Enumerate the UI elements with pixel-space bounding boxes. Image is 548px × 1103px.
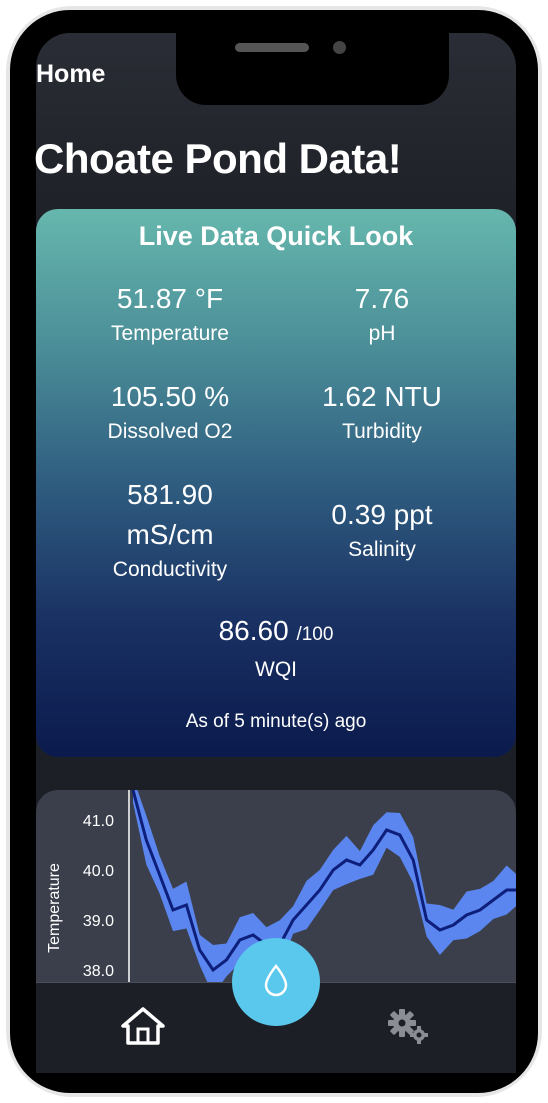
y-tick-label: 38.0 bbox=[83, 963, 114, 980]
page-title: Choate Pond Data! bbox=[34, 135, 402, 182]
home-icon bbox=[121, 1007, 165, 1045]
conductivity-label: Conductivity bbox=[112, 558, 228, 581]
metric-conductivity: 581.90 mS/cm Conductivity bbox=[50, 475, 290, 585]
gear-icon bbox=[388, 1009, 428, 1044]
metric-turbidity: 1.62 NTU Turbidity bbox=[262, 377, 502, 447]
temperature-label: Temperature bbox=[111, 322, 229, 345]
wqi-label: WQI bbox=[255, 658, 297, 681]
wqi-value: 86.60 bbox=[218, 615, 289, 646]
y-axis-label: Temperature bbox=[46, 863, 63, 953]
ph-label: pH bbox=[368, 322, 396, 345]
salinity-label: Salinity bbox=[348, 538, 416, 561]
metric-salinity: 0.39 ppt Salinity bbox=[262, 495, 502, 565]
conductivity-value: 581.90 mS/cm bbox=[126, 479, 214, 550]
wqi-suffix: /100 bbox=[296, 624, 334, 645]
metric-ph: 7.76 pH bbox=[262, 279, 502, 349]
metric-dissolved-o2: 105.50 % Dissolved O2 bbox=[50, 377, 290, 447]
salinity-value: 0.39 ppt bbox=[331, 499, 433, 530]
dissolved-o2-value: 105.50 % bbox=[110, 381, 230, 412]
wqi-value-row: 86.60 /100 bbox=[156, 611, 396, 655]
turbidity-label: Turbidity bbox=[342, 420, 422, 443]
temperature-value: 51.87 °F bbox=[116, 283, 224, 314]
settings-nav-button[interactable] bbox=[387, 1008, 431, 1051]
home-nav-button[interactable] bbox=[120, 1006, 166, 1051]
dissolved-o2-label: Dissolved O2 bbox=[107, 420, 233, 443]
water-drop-icon bbox=[264, 964, 288, 997]
metric-wqi: 86.60 /100 WQI bbox=[156, 611, 396, 685]
live-data-card: Live Data Quick Look 51.87 °F Temperatur… bbox=[36, 209, 516, 757]
turbidity-value: 1.62 NTU bbox=[322, 381, 442, 412]
water-data-fab-button[interactable] bbox=[232, 938, 320, 1026]
confidence-band bbox=[133, 790, 516, 995]
ph-value: 7.76 bbox=[354, 283, 410, 314]
y-tick-label: 40.0 bbox=[83, 863, 114, 880]
nav-title: Home bbox=[36, 60, 106, 88]
y-tick-label: 41.0 bbox=[83, 813, 114, 830]
y-tick-label: 39.0 bbox=[83, 913, 114, 930]
metric-temperature: 51.87 °F Temperature bbox=[50, 279, 290, 349]
last-updated-text: As of 5 minute(s) ago bbox=[185, 711, 367, 732]
card-title: Live Data Quick Look bbox=[138, 221, 414, 251]
